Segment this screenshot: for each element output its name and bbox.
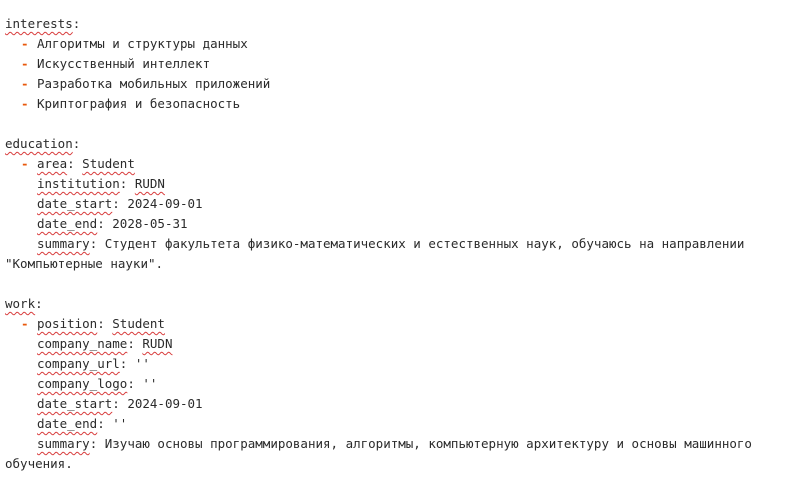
date-end-value: 2028-05-31 [112, 216, 188, 231]
work-key: work [5, 296, 36, 311]
company-logo-value: '' [142, 376, 158, 391]
company-logo-key: company_logo [37, 376, 128, 391]
interest-item: Искусственный интеллект [37, 56, 211, 71]
summary-value-part2: "Компьютерные науки". [5, 256, 164, 271]
area-value: Student [82, 156, 135, 171]
date-start-value: 2024-09-01 [127, 196, 203, 211]
interest-item: Алгоритмы и структуры данных [37, 36, 248, 51]
work-summary-wrap-line: обучения. [5, 454, 805, 474]
work-company-logo-line: company_logo: '' [37, 376, 158, 391]
date-end-value: '' [112, 416, 128, 431]
area-key: area [37, 156, 68, 171]
institution-key: institution [37, 176, 120, 191]
institution-value: RUDN [134, 176, 165, 191]
work-key-line: work: [5, 296, 43, 311]
company-name-key: company_name [37, 336, 128, 351]
education-date-start-line: date_start: 2024-09-01 [37, 196, 203, 211]
interest-item: Криптография и безопасность [37, 96, 241, 111]
work-summary-line: summary: Изучаю основы программирования,… [37, 436, 752, 451]
summary-key: summary [37, 236, 90, 251]
work-company-name-line: company_name: RUDN [37, 336, 173, 351]
education-area-line: - area: Student [5, 154, 805, 174]
list-item: - Криптография и безопасность [5, 94, 805, 114]
summary-value-part2: обучения. [5, 456, 73, 471]
summary-value-part1: Студент факультета физико-математических… [104, 236, 745, 251]
position-key: position [37, 316, 98, 331]
list-dash: - [21, 156, 29, 171]
education-summary-line: summary: Студент факультета физико-матем… [37, 236, 745, 251]
company-name-value: RUDN [142, 336, 173, 351]
interests-key: interests [5, 16, 73, 31]
work-date-end-line: date_end: '' [37, 416, 128, 431]
summary-value-part1: Изучаю основы программирования, алгоритм… [104, 436, 752, 451]
date-start-key: date_start [37, 196, 113, 211]
education-summary-wrap-line: "Компьютерные науки". [5, 254, 805, 274]
list-dash: - [21, 76, 29, 91]
list-dash: - [21, 316, 29, 331]
education-key: education [5, 136, 73, 151]
company-url-value: '' [134, 356, 150, 371]
work-company-url-line: company_url: '' [37, 356, 150, 371]
work-date-start-line: date_start: 2024-09-01 [37, 396, 203, 411]
list-item: - Разработка мобильных приложений [5, 74, 805, 94]
summary-key: summary [37, 436, 90, 451]
list-item: - Искусственный интеллект [5, 54, 805, 74]
position-value: Student [112, 316, 165, 331]
list-item: - Алгоритмы и структуры данных [5, 34, 805, 54]
work-position-line: - position: Student [5, 314, 805, 334]
date-end-key: date_end [37, 416, 98, 431]
list-dash: - [21, 36, 29, 51]
interests-key-line: interests: [5, 16, 81, 31]
yaml-editor[interactable]: interests: - Алгоритмы и структуры данных… [5, 14, 805, 474]
education-date-end-line: date_end: 2028-05-31 [37, 216, 188, 231]
date-start-key: date_start [37, 396, 113, 411]
list-dash: - [21, 96, 29, 111]
date-start-value: 2024-09-01 [127, 396, 203, 411]
date-end-key: date_end [37, 216, 98, 231]
interest-item: Разработка мобильных приложений [37, 76, 271, 91]
company-url-key: company_url [37, 356, 120, 371]
education-key-line: education: [5, 136, 81, 151]
education-institution-line: institution: RUDN [37, 176, 165, 191]
list-dash: - [21, 56, 29, 71]
